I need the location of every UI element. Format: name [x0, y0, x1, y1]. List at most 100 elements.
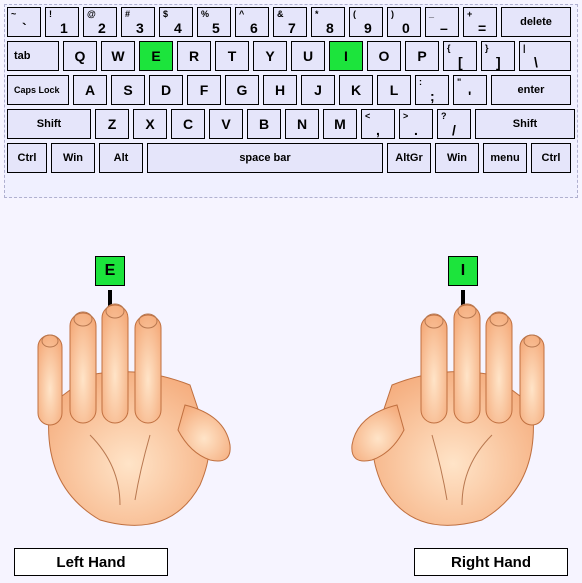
key-ctrl[interactable]: Ctrl: [531, 143, 571, 173]
key-b[interactable]: B: [247, 109, 281, 139]
key-3[interactable]: #3: [121, 7, 155, 37]
key-menu[interactable]: menu: [483, 143, 527, 173]
key-0[interactable]: )0: [387, 7, 421, 37]
key-[interactable]: }]: [481, 41, 515, 71]
key-y[interactable]: Y: [253, 41, 287, 71]
key-label: T: [228, 48, 237, 64]
key-p[interactable]: P: [405, 41, 439, 71]
key-label: M: [334, 116, 346, 132]
key-tab[interactable]: tab: [7, 41, 59, 71]
key-1[interactable]: !1: [45, 7, 79, 37]
key-alt[interactable]: Alt: [99, 143, 143, 173]
key-main-label: `: [22, 20, 27, 36]
key-sub-label: <: [365, 111, 370, 121]
key-label: D: [161, 82, 171, 98]
key-label: Shift: [513, 118, 537, 130]
key-sub-label: }: [485, 43, 489, 53]
key-[interactable]: "': [453, 75, 487, 105]
left-hand-cue-key: E: [95, 256, 125, 286]
key-shift[interactable]: Shift: [475, 109, 575, 139]
key-9[interactable]: (9: [349, 7, 383, 37]
key-u[interactable]: U: [291, 41, 325, 71]
key-main-label: =: [478, 20, 486, 36]
key-label: W: [111, 48, 124, 64]
key-n[interactable]: N: [285, 109, 319, 139]
key-[interactable]: <,: [361, 109, 395, 139]
key-j[interactable]: J: [301, 75, 335, 105]
key-altgr[interactable]: AltGr: [387, 143, 431, 173]
key-label: F: [200, 82, 209, 98]
key-label: Ctrl: [542, 152, 561, 164]
key-d[interactable]: D: [149, 75, 183, 105]
key-t[interactable]: T: [215, 41, 249, 71]
key-label: S: [123, 82, 132, 98]
key-m[interactable]: M: [323, 109, 357, 139]
key-main-label: ;: [430, 88, 435, 104]
key-main-label: 0: [402, 20, 410, 36]
key-2[interactable]: @2: [83, 7, 117, 37]
key-shift[interactable]: Shift: [7, 109, 91, 139]
key-label: Shift: [37, 118, 61, 130]
key-label: J: [314, 82, 322, 98]
key-[interactable]: |\: [519, 41, 571, 71]
key-[interactable]: {[: [443, 41, 477, 71]
key-win[interactable]: Win: [51, 143, 95, 173]
key-w[interactable]: W: [101, 41, 135, 71]
key-sub-label: ): [391, 9, 394, 19]
key-sub-label: ~: [11, 9, 16, 19]
key-delete[interactable]: delete: [501, 7, 571, 37]
key-sub-label: ": [457, 77, 461, 87]
key-8[interactable]: *8: [311, 7, 345, 37]
key-[interactable]: ~`: [7, 7, 41, 37]
key-label: P: [417, 48, 426, 64]
key-[interactable]: ?/: [437, 109, 471, 139]
key-[interactable]: +=: [463, 7, 497, 37]
key-label: Caps Lock: [14, 85, 60, 95]
key-ctrl[interactable]: Ctrl: [7, 143, 47, 173]
key-a[interactable]: A: [73, 75, 107, 105]
key-6[interactable]: ^6: [235, 7, 269, 37]
key-label: Win: [447, 152, 467, 164]
key-l[interactable]: L: [377, 75, 411, 105]
key-x[interactable]: X: [133, 109, 167, 139]
key-sub-label: ?: [441, 111, 447, 121]
key-4[interactable]: $4: [159, 7, 193, 37]
key-[interactable]: _–: [425, 7, 459, 37]
key-c[interactable]: C: [171, 109, 205, 139]
key-main-label: ]: [496, 54, 501, 70]
key-sub-label: @: [87, 9, 96, 19]
key-label: Ctrl: [18, 152, 37, 164]
key-main-label: /: [452, 122, 456, 138]
key-label: menu: [490, 152, 519, 164]
key-7[interactable]: &7: [273, 7, 307, 37]
left-cue-label: E: [105, 262, 116, 280]
key-win[interactable]: Win: [435, 143, 479, 173]
key-capslock[interactable]: Caps Lock: [7, 75, 69, 105]
key-label: C: [183, 116, 193, 132]
key-main-label: 2: [98, 20, 106, 36]
key-label: B: [259, 116, 269, 132]
key-sub-label: *: [315, 9, 319, 19]
key-o[interactable]: O: [367, 41, 401, 71]
key-[interactable]: :;: [415, 75, 449, 105]
key-[interactable]: >.: [399, 109, 433, 139]
key-z[interactable]: Z: [95, 109, 129, 139]
key-sub-label: $: [163, 9, 168, 19]
key-v[interactable]: V: [209, 109, 243, 139]
key-spacebar[interactable]: space bar: [147, 143, 383, 173]
key-enter[interactable]: enter: [491, 75, 571, 105]
key-label: Y: [265, 48, 274, 64]
key-k[interactable]: K: [339, 75, 373, 105]
key-h[interactable]: H: [263, 75, 297, 105]
key-g[interactable]: G: [225, 75, 259, 105]
key-main-label: 6: [250, 20, 258, 36]
key-5[interactable]: %5: [197, 7, 231, 37]
key-i[interactable]: I: [329, 41, 363, 71]
keyboard-row-1: ~`!1@2#3$4%5^6&7*8(9)0_–+=delete: [7, 7, 575, 37]
key-q[interactable]: Q: [63, 41, 97, 71]
right-hand-label: Right Hand: [414, 548, 568, 576]
key-r[interactable]: R: [177, 41, 211, 71]
key-s[interactable]: S: [111, 75, 145, 105]
key-f[interactable]: F: [187, 75, 221, 105]
key-e[interactable]: E: [139, 41, 173, 71]
